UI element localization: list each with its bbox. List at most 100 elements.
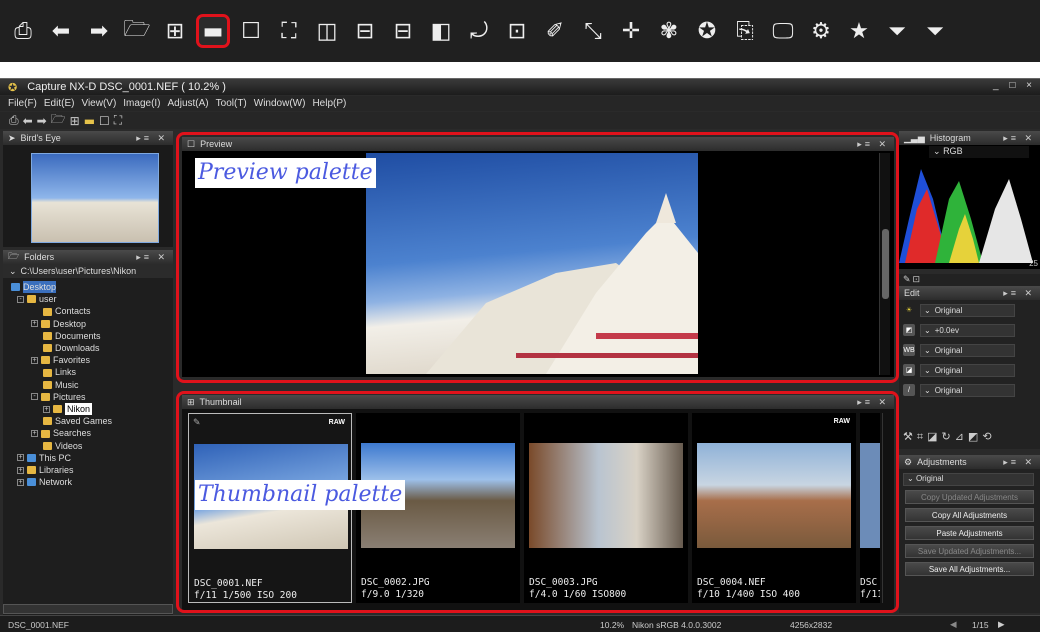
menu-file[interactable]: File(F) [8, 98, 37, 109]
edit-select[interactable]: ⌄ +0.0ev [920, 323, 1015, 337]
copy-all-adjustments-button[interactable]: Copy All Adjustments [905, 508, 1034, 522]
tree-item[interactable]: + Libraries [11, 464, 173, 476]
filter-advanced-icon[interactable]: ⏷ [918, 14, 952, 48]
straighten-tool-icon[interactable]: ⊿ [955, 430, 968, 443]
tree-item[interactable]: + Network [11, 476, 173, 488]
crop-icon[interactable]: ✛ [614, 14, 648, 48]
expand-icon[interactable]: + [31, 356, 38, 364]
grid-view-icon[interactable]: ⊞ [70, 114, 80, 128]
eyedropper-icon[interactable]: ✐ [538, 14, 572, 48]
edit-select[interactable]: ⌄ Original [920, 383, 1015, 397]
menu-adjust[interactable]: Adjust(A) [168, 98, 209, 109]
edit-row-contrast[interactable]: / ⌄ Original [899, 380, 1040, 400]
tree-item[interactable]: - Pictures [11, 391, 173, 403]
folder-path-select[interactable]: ⌄ C:\Users\user\Pictures\Nikon [3, 264, 173, 278]
auto-adjust-icon[interactable]: ◩ [968, 430, 982, 443]
retouch-brush-icon[interactable]: ✾ [652, 14, 686, 48]
preview-thumbnail-layout-icon[interactable]: ▬ [196, 14, 230, 48]
save-updated-adjustments-button[interactable]: Save Updated Adjustments... [905, 544, 1034, 558]
full-screen-icon[interactable]: ⛶ [114, 113, 122, 128]
compare-two-icon[interactable]: ◫ [310, 14, 344, 48]
expand-icon[interactable]: + [31, 320, 38, 328]
window-controls[interactable]: _ □ × [993, 80, 1036, 91]
crop-tool-icon[interactable]: ⌗ [917, 430, 927, 443]
palette-menu-close-icon[interactable]: ▸≡ ✕ [1003, 457, 1035, 468]
palette-menu-close-icon[interactable]: ▸≡ ✕ [1003, 288, 1035, 299]
tree-item[interactable]: Desktop [11, 281, 173, 294]
menu-help[interactable]: Help(P) [312, 98, 346, 109]
forward-arrow-icon[interactable]: ➡ [82, 14, 116, 48]
tree-item[interactable]: Saved Games [11, 415, 173, 427]
forward-arrow-icon[interactable]: ➡ [37, 114, 47, 128]
edit-tab-icon[interactable]: ✎ [903, 274, 911, 286]
save-all-adjustments-button[interactable]: Save All Adjustments... [905, 562, 1034, 576]
expand-icon[interactable]: + [17, 466, 24, 474]
tree-item[interactable]: Contacts [11, 305, 173, 317]
menu-tool[interactable]: Tool(T) [216, 98, 247, 109]
tree-item[interactable]: Music [11, 379, 173, 391]
tree-item[interactable]: Links [11, 366, 173, 378]
back-arrow-icon[interactable]: ⬅ [23, 114, 33, 128]
single-frame-icon[interactable]: ☐ [99, 114, 110, 128]
tree-item[interactable]: + Desktop [11, 318, 173, 330]
tree-item[interactable]: Documents [11, 330, 173, 342]
rotate-icon[interactable]: ⤾ [462, 14, 496, 48]
palette-menu-close-icon[interactable]: ▸≡ ✕ [1003, 133, 1035, 144]
menu-view[interactable]: View(V) [81, 98, 116, 109]
retouch-icon[interactable]: ⚒ [903, 430, 917, 443]
palette-menu-close-icon[interactable]: ▸≡ ✕ [136, 252, 168, 263]
process-icon[interactable]: ⎘ [728, 14, 762, 48]
print-icon[interactable]: ⎙ [9, 113, 19, 128]
birds-eye-image[interactable] [31, 153, 159, 243]
menu-window[interactable]: Window(W) [254, 98, 306, 109]
histogram-channel-select[interactable]: ⌄ RGB [929, 146, 1029, 158]
fit-screen-icon[interactable]: ⊡ [500, 14, 534, 48]
back-arrow-icon[interactable]: ⬅ [44, 14, 78, 48]
star-icon[interactable]: ★ [842, 14, 876, 48]
horizontal-scrollbar[interactable] [3, 604, 173, 614]
tree-item[interactable]: + Searches [11, 427, 173, 439]
levels-icon[interactable]: ◪ [927, 430, 941, 443]
tree-item[interactable]: + Favorites [11, 354, 173, 366]
expand-icon[interactable]: + [31, 430, 38, 438]
expand-icon[interactable]: + [43, 405, 50, 413]
tree-item[interactable]: Downloads [11, 342, 173, 354]
edit-row-exposure[interactable]: ◩ ⌄ +0.0ev [899, 320, 1040, 340]
full-screen-icon[interactable]: ⛶ [272, 14, 306, 48]
prev-page-icon[interactable]: ◀ [950, 619, 957, 630]
compare-vertical-icon[interactable]: ⊟ [386, 14, 420, 48]
info-tab-icon[interactable]: ⊡ [913, 274, 921, 286]
paste-adjustments-button[interactable]: Paste Adjustments [905, 526, 1034, 540]
next-page-icon[interactable]: ▶ [998, 619, 1005, 630]
settings-icon[interactable]: ⚙ [804, 14, 838, 48]
open-folder-icon[interactable]: 🗁 [51, 110, 66, 131]
tree-item[interactable]: + This PC [11, 452, 173, 464]
rotate-tool-icon[interactable]: ↻ [941, 430, 954, 443]
edit-select[interactable]: ⌄ Original [920, 343, 1015, 357]
adjustments-select[interactable]: ⌄ Original [903, 473, 1034, 486]
grid-view-icon[interactable]: ⊞ [158, 14, 192, 48]
edit-row-white-balance[interactable]: WB ⌄ Original [899, 340, 1040, 360]
app-icon[interactable]: ✪ [690, 14, 724, 48]
expand-icon[interactable]: - [17, 295, 24, 303]
expand-icon[interactable]: - [31, 393, 38, 401]
copy-updated-adjustments-button[interactable]: Copy Updated Adjustments [905, 490, 1034, 504]
edit-select[interactable]: ⌄ Original [920, 303, 1015, 317]
before-after-icon[interactable]: ◧ [424, 14, 458, 48]
undo-icon[interactable]: ⟲ [982, 430, 995, 443]
tree-item[interactable]: Videos [11, 440, 173, 452]
expand-icon[interactable]: + [17, 478, 24, 486]
print-icon[interactable]: ⎙ [6, 14, 40, 48]
compare-horizontal-icon[interactable]: ⊟ [348, 14, 382, 48]
tree-item[interactable]: - user [11, 293, 173, 305]
single-frame-icon[interactable]: ☐ [234, 14, 268, 48]
expand-icon[interactable]: + [17, 454, 24, 462]
filter-icon[interactable]: ⏷ [880, 14, 914, 48]
menu-image[interactable]: Image(I) [123, 98, 160, 109]
preview-thumbnail-layout-icon[interactable]: ▬ [84, 114, 95, 128]
palette-menu-close-icon[interactable]: ▸≡ ✕ [136, 133, 168, 144]
straighten-icon[interactable]: ⤡ [576, 14, 610, 48]
edit-row-picture-control[interactable]: ☀ ⌄ Original [899, 300, 1040, 320]
edit-row-tone[interactable]: ◪ ⌄ Original [899, 360, 1040, 380]
menu-edit[interactable]: Edit(E) [44, 98, 75, 109]
